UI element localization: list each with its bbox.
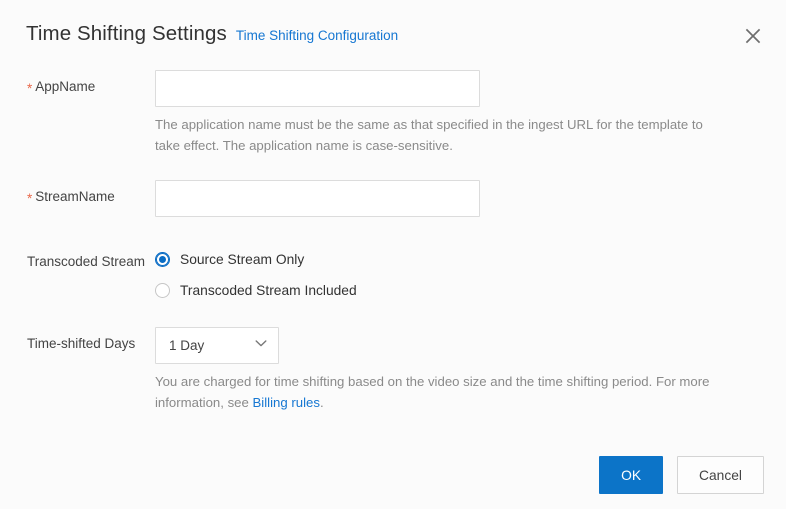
time-shifted-days-helper-text: You are charged for time shifting based … — [155, 371, 730, 413]
time-shifting-settings-dialog: Time Shifting Settings Time Shifting Con… — [0, 0, 786, 509]
appname-label-text: AppName — [35, 79, 96, 94]
form-row-time-shifted-days: Time-shifted Days 1 Day You are charged … — [0, 327, 786, 413]
time-shifted-days-control: 1 Day You are charged for time shifting … — [155, 327, 786, 413]
form-row-streamname: * StreamName — [0, 180, 786, 217]
appname-helper-text: The application name must be the same as… — [155, 117, 703, 153]
streamname-label: * StreamName — [0, 180, 155, 214]
form-row-transcoded-stream: Transcoded Stream Source Stream Only Tra… — [0, 245, 786, 298]
transcoded-stream-control: Source Stream Only Transcoded Stream Inc… — [155, 245, 786, 298]
time-shifted-days-label: Time-shifted Days — [27, 336, 136, 351]
helper-text-part1: You are charged for time shifting based … — [155, 374, 710, 410]
cancel-button[interactable]: Cancel — [677, 456, 764, 494]
streamname-control — [155, 180, 786, 217]
radio-label: Transcoded Stream Included — [180, 282, 357, 298]
streamname-label-text: StreamName — [35, 189, 115, 204]
close-icon — [744, 27, 762, 45]
required-asterisk: * — [27, 81, 33, 96]
appname-label: * AppName — [0, 70, 155, 104]
dialog-header: Time Shifting Settings Time Shifting Con… — [0, 0, 786, 62]
radio-label: Source Stream Only — [180, 251, 305, 267]
required-asterisk: * — [27, 191, 33, 206]
radio-unselected-icon — [155, 283, 170, 298]
appname-control: The application name must be the same as… — [155, 70, 786, 156]
time-shifted-days-selected-value: 1 Day — [169, 338, 205, 353]
form-row-appname: * AppName The application name must be th… — [0, 70, 786, 156]
time-shifted-days-select[interactable]: 1 Day — [155, 327, 279, 364]
radio-source-stream-only[interactable]: Source Stream Only — [155, 252, 304, 267]
radio-transcoded-stream-included[interactable]: Transcoded Stream Included — [155, 283, 357, 298]
billing-rules-link[interactable]: Billing rules — [253, 395, 320, 410]
radio-selected-icon — [155, 252, 170, 267]
close-button[interactable] — [736, 19, 770, 53]
dialog-title-group: Time Shifting Settings Time Shifting Con… — [26, 22, 398, 46]
page-title: Time Shifting Settings — [26, 22, 227, 45]
chevron-down-icon — [253, 335, 269, 356]
transcoded-stream-label: Transcoded Stream — [27, 254, 146, 269]
transcoded-stream-radio-group: Source Stream Only Transcoded Stream Inc… — [155, 245, 786, 298]
appname-input[interactable] — [155, 70, 480, 107]
helper-text-part2: . — [319, 395, 324, 410]
ok-button[interactable]: OK — [599, 456, 664, 494]
dialog-subtitle-link[interactable]: Time Shifting Configuration — [236, 28, 398, 43]
dialog-footer: OK Cancel — [599, 456, 764, 494]
streamname-input[interactable] — [155, 180, 480, 217]
